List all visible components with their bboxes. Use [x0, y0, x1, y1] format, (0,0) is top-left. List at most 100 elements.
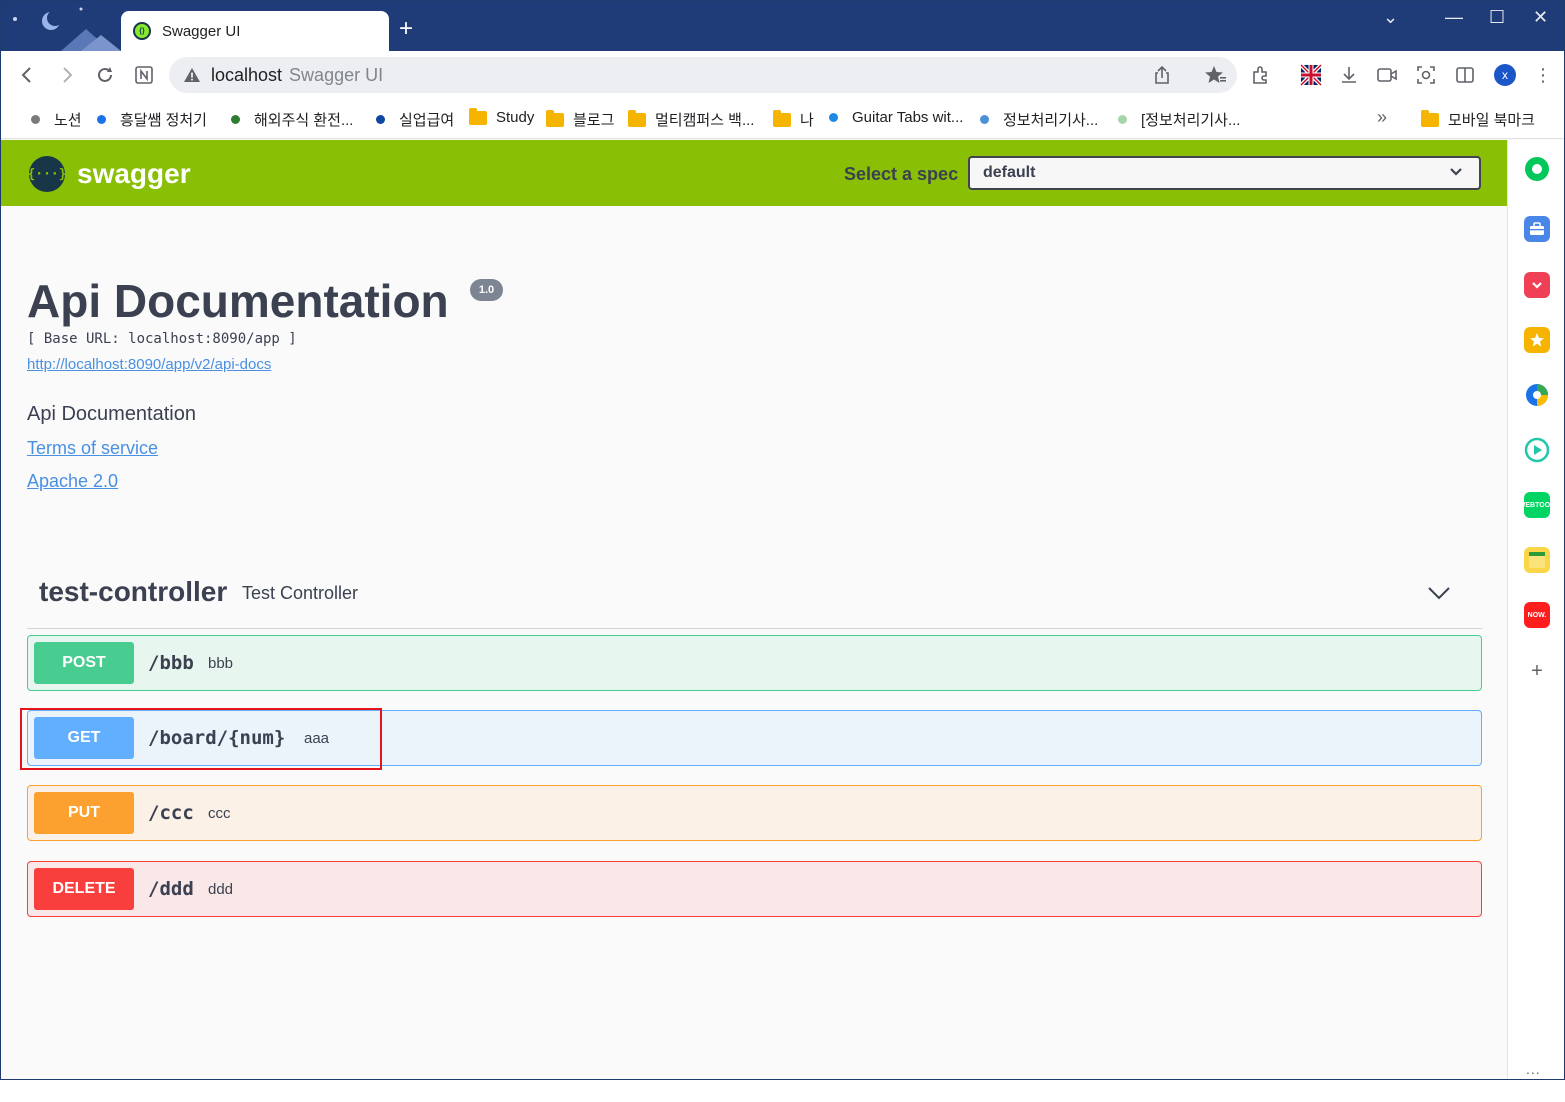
bookmark-label: 블로그	[573, 112, 615, 129]
folder-icon	[773, 109, 791, 127]
spec-select[interactable]: default	[968, 156, 1481, 190]
method-badge: POST	[34, 642, 134, 684]
split-view-icon[interactable]	[1453, 63, 1477, 87]
star-icon[interactable]	[1524, 327, 1550, 353]
reload-icon[interactable]	[93, 63, 117, 87]
bookmark-favicon-icon	[980, 115, 989, 124]
tab-search-icon[interactable]: ⌄	[1383, 7, 1398, 28]
base-url: [ Base URL: localhost:8090/app ]	[27, 331, 297, 347]
api-description: Api Documentation	[27, 403, 196, 425]
operation-summary: bbb	[208, 655, 234, 672]
terms-of-service-link[interactable]: Terms of service	[27, 438, 158, 459]
license-link[interactable]: Apache 2.0	[27, 471, 118, 492]
now-icon[interactable]: NOW.	[1524, 602, 1550, 628]
api-docs-link[interactable]: http://localhost:8090/app/v2/api-docs	[27, 356, 271, 373]
share-icon[interactable]	[1150, 63, 1174, 87]
tag-section-header[interactable]: test-controller Test Controller	[27, 564, 1482, 629]
swagger-favicon-icon: {}	[133, 22, 151, 40]
play-icon[interactable]	[1524, 437, 1550, 463]
browser-window: {} Swagger UI + ⌄ — ☐ ✕ localhost Swagge…	[0, 0, 1565, 1080]
active-tab[interactable]: {} Swagger UI	[121, 11, 389, 51]
download-icon[interactable]	[1337, 63, 1361, 87]
operation-delete-ddd[interactable]: DELETE /ddd ddd	[27, 861, 1482, 917]
operation-post-bbb[interactable]: POST /bbb bbb	[27, 635, 1482, 691]
forward-icon[interactable]	[55, 63, 79, 87]
warning-icon[interactable]	[183, 67, 201, 83]
close-icon[interactable]: ✕	[1533, 7, 1548, 28]
bookmark-folder[interactable]: 멀티캠퍼스 백...	[628, 109, 754, 130]
bookmark-item[interactable]: 실업급여	[376, 109, 454, 130]
edge-sidebar: WEBTOON NOW. + ...	[1507, 140, 1564, 1079]
swagger-logo-icon[interactable]: {···}	[27, 156, 67, 192]
extensions-icon[interactable]	[1249, 63, 1273, 87]
operation-path: /ddd	[148, 878, 194, 900]
bookmark-item[interactable]: 해외주식 환전...	[231, 109, 353, 130]
translate-flag-icon[interactable]	[1299, 63, 1323, 87]
minimize-icon[interactable]: —	[1445, 7, 1463, 28]
bookmark-item[interactable]: 노션	[31, 109, 82, 130]
bookmark-label: 해외주식 환전...	[254, 112, 354, 129]
edge-pie-icon[interactable]	[1524, 382, 1550, 408]
bookmark-item[interactable]: Guitar Tabs wit...	[829, 109, 963, 126]
highlight-annotation-box	[20, 708, 382, 770]
tab-strip: {} Swagger UI + ⌄ — ☐ ✕	[1, 1, 1564, 51]
method-badge: DELETE	[34, 868, 134, 910]
spec-selected-value: default	[983, 164, 1036, 181]
chevron-down-icon	[1449, 164, 1463, 180]
notes-icon[interactable]	[1524, 547, 1550, 573]
more-menu-icon[interactable]: ⋮	[1531, 63, 1555, 87]
bookmark-label: Guitar Tabs wit...	[852, 109, 964, 126]
new-tab-button[interactable]: +	[399, 17, 413, 41]
sidebar-more-icon[interactable]: ...	[1526, 1061, 1541, 1077]
browser-toolbar: localhost Swagger UI x ⋮	[1, 51, 1564, 99]
maximize-icon[interactable]: ☐	[1489, 7, 1505, 28]
folder-icon	[469, 107, 487, 125]
video-icon[interactable]	[1375, 63, 1399, 87]
bookmark-label: 정보처리기사...	[1003, 112, 1099, 129]
operation-put-ccc[interactable]: PUT /ccc ccc	[27, 785, 1482, 841]
bookmark-favicon-icon	[97, 115, 106, 124]
swagger-topbar: {···} swagger Select a spec default	[1, 140, 1507, 206]
bookmark-item[interactable]: 흥달쌤 정처기	[97, 109, 207, 130]
bookmark-folder[interactable]: Study	[469, 107, 535, 126]
bookmark-label: 흥달쌤 정처기	[120, 112, 207, 129]
bookmark-label: 멀티캠퍼스 백...	[655, 112, 755, 129]
mobile-bookmarks-folder[interactable]: 모바일 북마크	[1421, 109, 1535, 130]
swagger-main: Api Documentation 1.0 [ Base URL: localh…	[1, 206, 1507, 1079]
naver-circle-icon[interactable]	[1524, 156, 1550, 182]
favorites-star-icon[interactable]	[1204, 63, 1228, 87]
bookmark-label: 노션	[54, 112, 82, 129]
bookmark-favicon-icon	[1118, 115, 1127, 124]
operation-path: /ccc	[148, 802, 194, 824]
webtoon-icon[interactable]: WEBTOON	[1519, 492, 1555, 518]
back-icon[interactable]	[15, 63, 39, 87]
bookmark-folder[interactable]: 블로그	[546, 109, 614, 130]
bookmark-folder[interactable]: 나	[773, 109, 814, 130]
tag-name: test-controller	[39, 576, 228, 607]
operation-path: /bbb	[148, 652, 194, 674]
bookmark-label: Study	[496, 109, 535, 126]
add-icon[interactable]: +	[1524, 658, 1550, 684]
notion-icon[interactable]	[132, 63, 156, 87]
bookmark-item[interactable]: [정보처리기사...	[1118, 109, 1240, 130]
bookmark-favicon-icon	[31, 115, 40, 124]
operation-summary: ccc	[208, 805, 231, 822]
profile-initial: x	[1494, 64, 1516, 86]
theme-decoration	[13, 7, 121, 51]
url-host: localhost	[211, 64, 283, 85]
select-spec-label: Select a spec	[844, 164, 959, 184]
taskbar-strip	[0, 1080, 1565, 1102]
swagger-brand[interactable]: swagger	[77, 158, 191, 190]
bookmarks-overflow-icon[interactable]: »	[1377, 107, 1387, 128]
bookmark-label: [정보처리기사...	[1141, 112, 1241, 129]
screenshot-icon[interactable]	[1414, 63, 1438, 87]
briefcase-icon[interactable]	[1524, 216, 1550, 242]
method-badge: PUT	[34, 792, 134, 834]
bookmarks-bar: 노션 흥달쌤 정처기 해외주식 환전... 실업급여 Study 블로그 멀티캠…	[1, 99, 1564, 139]
bookmark-item[interactable]: 정보처리기사...	[980, 109, 1098, 130]
profile-avatar[interactable]: x	[1493, 63, 1517, 87]
version-badge: 1.0	[470, 279, 503, 301]
pocket-icon[interactable]	[1524, 272, 1550, 298]
chevron-down-icon[interactable]	[1426, 579, 1452, 605]
address-bar[interactable]: localhost Swagger UI	[169, 57, 1237, 93]
